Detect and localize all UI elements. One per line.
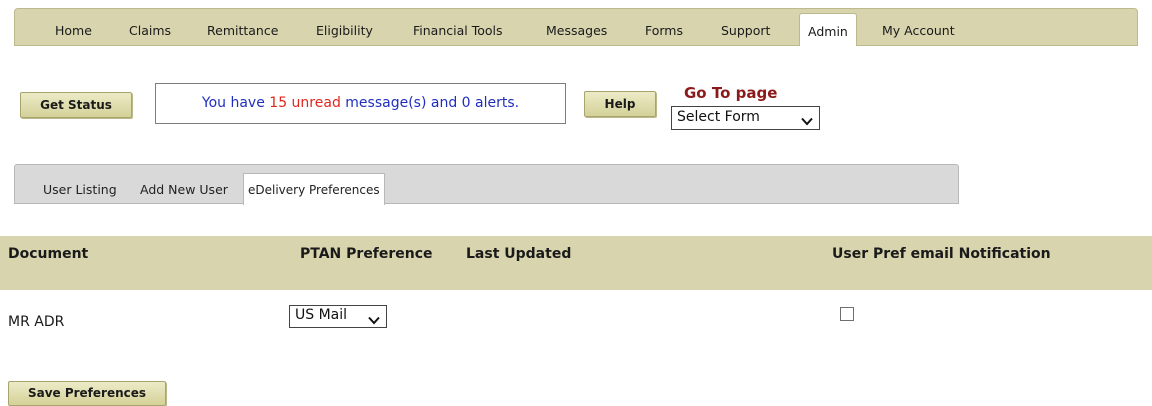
nav-item-financial-tools[interactable]: Financial Tools xyxy=(413,23,503,38)
ptan-preference-select[interactable]: US Mail xyxy=(289,305,387,328)
tab-edelivery-preferences[interactable]: eDelivery Preferences xyxy=(243,173,385,205)
column-header-email-notification: User Pref email Notification xyxy=(832,246,1051,262)
preferences-table-header: Document PTAN Preference Last Updated Us… xyxy=(0,236,1152,290)
nav-item-support[interactable]: Support xyxy=(721,23,770,38)
goto-form-select[interactable]: Select Form xyxy=(671,106,820,130)
tab-user-listing[interactable]: User Listing xyxy=(43,182,117,197)
goto-form-select-value: Select Form xyxy=(677,109,760,125)
column-header-document: Document xyxy=(8,246,89,262)
column-header-last-updated: Last Updated xyxy=(466,246,572,262)
email-notification-checkbox[interactable] xyxy=(840,307,854,321)
unread-count: 15 xyxy=(269,95,288,111)
nav-item-home[interactable]: Home xyxy=(55,23,92,38)
message-prefix: You have xyxy=(201,95,270,111)
nav-item-eligibility[interactable]: Eligibility xyxy=(316,23,373,38)
nav-item-forms[interactable]: Forms xyxy=(645,23,683,38)
chevron-down-icon xyxy=(801,114,813,130)
unread-word: unread xyxy=(287,95,341,111)
nav-item-messages[interactable]: Messages xyxy=(546,23,607,38)
message-alert-box[interactable]: You have 15 unread message(s) and 0 aler… xyxy=(155,83,566,124)
nav-item-remittance[interactable]: Remittance xyxy=(207,23,278,38)
goto-page-title: Go To page xyxy=(684,84,778,102)
tab-add-new-user[interactable]: Add New User xyxy=(140,182,228,197)
nav-item-admin[interactable]: Admin xyxy=(799,13,857,46)
get-status-button[interactable]: Get Status xyxy=(20,92,132,118)
column-header-ptan-preference: PTAN Preference xyxy=(300,246,433,262)
ptan-preference-value: US Mail xyxy=(295,307,348,323)
help-button[interactable]: Help xyxy=(584,91,656,117)
row-document: MR ADR xyxy=(8,314,65,330)
main-nav: Home Claims Remittance Eligibility Finan… xyxy=(14,8,1138,46)
admin-subtabs: User Listing Add New User eDelivery Pref… xyxy=(14,164,959,205)
message-suffix: message(s) and 0 alerts. xyxy=(340,95,520,111)
nav-item-my-account[interactable]: My Account xyxy=(882,23,955,38)
save-preferences-button[interactable]: Save Preferences xyxy=(8,381,166,406)
chevron-down-icon xyxy=(368,313,380,329)
nav-item-claims[interactable]: Claims xyxy=(129,23,171,38)
